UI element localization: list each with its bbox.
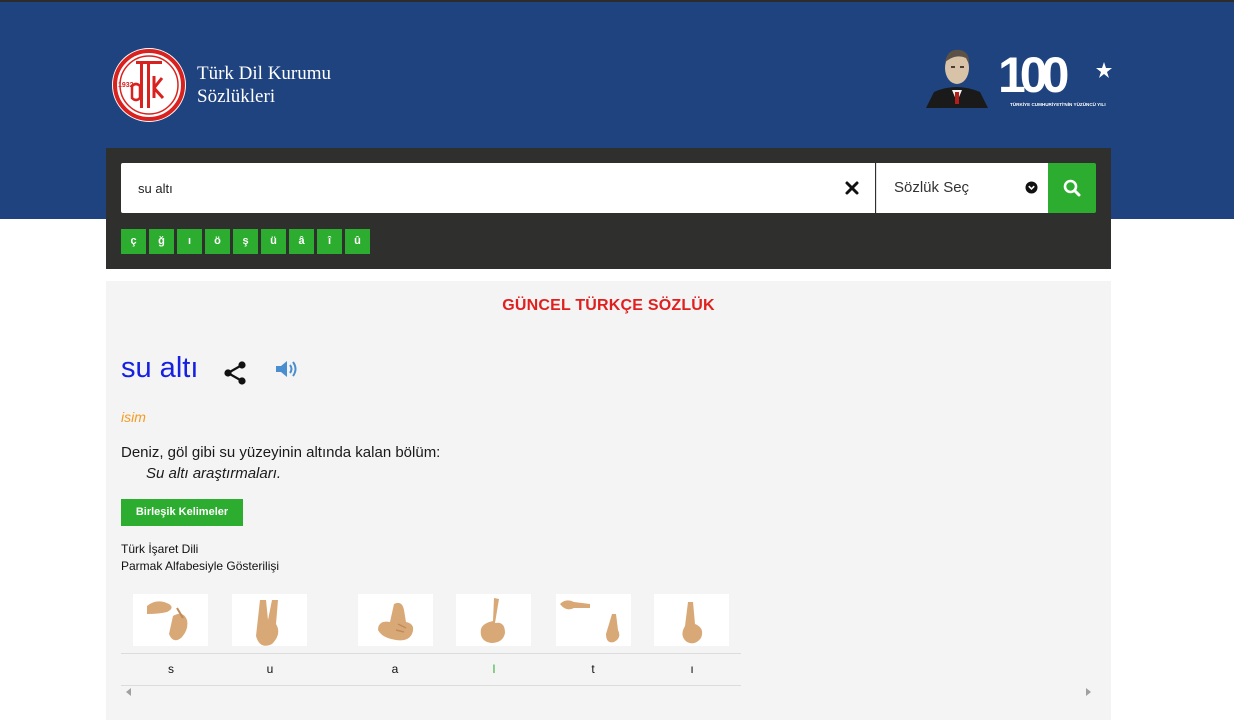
hand-sign-s-image (133, 594, 208, 646)
republic-100-logo: 100 TÜRKİYE CUMHURİYETİ'NİN YÜZÜNCÜ YILI (998, 47, 1112, 107)
sign-letter: l (492, 662, 496, 676)
close-icon (845, 181, 859, 195)
brand-line-2: Sözlükleri (197, 86, 276, 107)
sign-letter: t (591, 662, 595, 676)
hand-sign-dotless-i-image (654, 594, 729, 646)
part-of-speech: isim (121, 409, 146, 425)
char-button-i-circumflex[interactable]: î (317, 229, 342, 254)
ataturk-portrait-image (924, 44, 990, 108)
sign-language-label: Türk İşaret Dili Parmak Alfabesiyle Göst… (121, 541, 279, 575)
char-button-u-circumflex[interactable]: û (345, 229, 370, 254)
chevron-down-icon (1025, 181, 1038, 194)
anniversary-number: 100 (998, 47, 1068, 103)
sign-letters-row: s u a l t ı (121, 653, 741, 686)
char-button-g-breve[interactable]: ğ (149, 229, 174, 254)
dictionary-title: GÜNCEL TÜRKÇE SÖZLÜK (502, 297, 715, 314)
char-button-o-umlaut[interactable]: ö (205, 229, 230, 254)
sign-letter: s (168, 662, 174, 676)
brand-line-1: Türk Dil Kurumu (197, 63, 332, 84)
scroll-right-arrow-icon[interactable] (1085, 688, 1091, 696)
char-button-dotless-i[interactable]: ı (177, 229, 202, 254)
horizontal-scrollbar[interactable] (121, 685, 1096, 699)
dictionary-select[interactable]: Sözlük Seç (876, 163, 1048, 213)
share-icon[interactable] (223, 360, 247, 386)
logo-year: 1932 (118, 82, 134, 89)
sign-letter: a (391, 662, 399, 676)
sign-label-line-1: Türk İşaret Dili (121, 542, 199, 556)
speaker-icon[interactable] (274, 358, 300, 380)
search-icon (1063, 179, 1081, 197)
brand-title[interactable]: Türk Dil Kurumu Sözlükleri (197, 62, 331, 108)
result-content: GÜNCEL TÜRKÇE SÖZLÜK su altı isim Deniz,… (106, 281, 1111, 720)
sign-letter: u (266, 662, 274, 676)
sign-label-line-2: Parmak Alfabesiyle Gösterilişi (121, 559, 280, 573)
scroll-left-arrow-icon[interactable] (126, 688, 132, 696)
search-button[interactable] (1048, 163, 1096, 213)
hand-sign-a-image (358, 594, 433, 646)
char-button-c-cedilla[interactable]: ç (121, 229, 146, 254)
example-sentence: Su altı araştırmaları. (146, 465, 282, 482)
hand-sign-u-image (232, 594, 307, 646)
sign-letter: ı (690, 662, 694, 676)
search-input[interactable] (121, 163, 821, 213)
anniversary-caption: TÜRKİYE CUMHURİYETİ'NİN YÜZÜNCÜ YILI (1010, 101, 1106, 107)
hand-sign-l-image (456, 594, 531, 646)
hand-sign-t-image (556, 594, 631, 646)
clear-search-button[interactable] (838, 175, 866, 201)
tdk-logo[interactable]: 1932 (110, 46, 188, 124)
entry-word: su altı (121, 352, 199, 384)
char-button-s-cedilla[interactable]: ş (233, 229, 258, 254)
char-button-a-circumflex[interactable]: â (289, 229, 314, 254)
char-button-u-umlaut[interactable]: ü (261, 229, 286, 254)
compound-words-button[interactable]: Birleşik Kelimeler (121, 499, 243, 526)
definition-text: Deniz, göl gibi su yüzeyinin altında kal… (121, 444, 441, 461)
finger-alphabet-strip: s u a l t ı (121, 588, 741, 686)
dictionary-select-label: Sözlük Seç (894, 179, 970, 196)
